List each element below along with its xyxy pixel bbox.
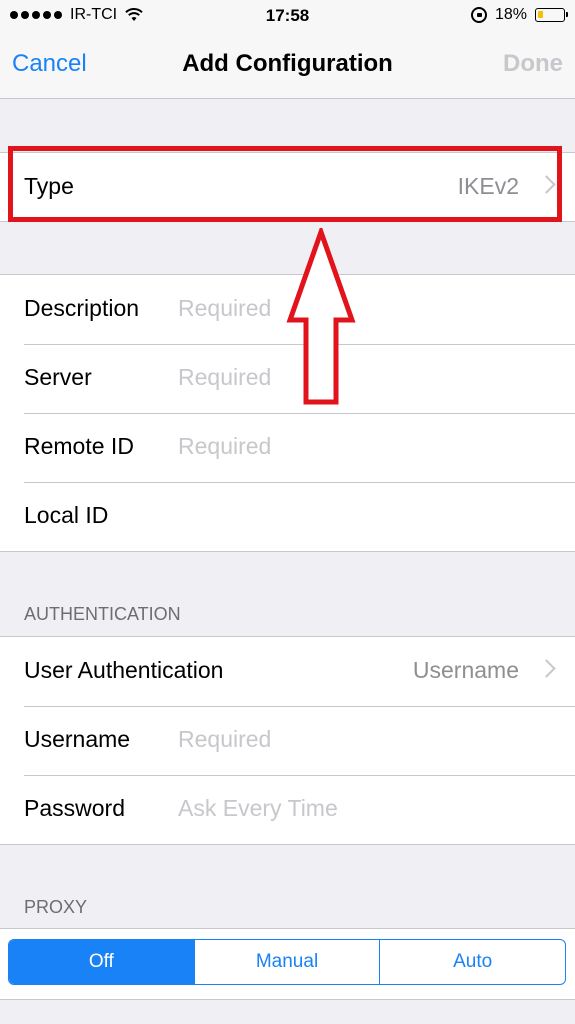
- battery-percent: 18%: [494, 6, 527, 23]
- password-label: Password: [24, 795, 125, 821]
- server-label: Server: [24, 364, 92, 390]
- authentication-header: AUTHENTICATION: [24, 604, 181, 624]
- battery-icon: [535, 8, 568, 22]
- authentication-group: User Authentication Username Username Re…: [0, 636, 575, 845]
- user-authentication-label: User Authentication: [24, 657, 224, 683]
- status-bar: IR-TCI 17:58 18%: [0, 0, 575, 34]
- description-field[interactable]: Required: [178, 295, 271, 322]
- remote-id-field[interactable]: Required: [178, 433, 271, 460]
- user-authentication-row[interactable]: User Authentication Username: [0, 637, 575, 706]
- remote-id-row[interactable]: Remote ID Required: [0, 413, 575, 482]
- proxy-option-off[interactable]: Off: [9, 940, 194, 984]
- username-row[interactable]: Username Required: [0, 706, 575, 775]
- status-right: 18%: [470, 6, 568, 24]
- username-label: Username: [24, 726, 131, 752]
- server-field[interactable]: Required: [178, 364, 271, 391]
- remote-id-label: Remote ID: [24, 433, 134, 459]
- rotation-lock-icon: [470, 7, 487, 23]
- description-label: Description: [24, 295, 140, 321]
- password-row[interactable]: Password Ask Every Time: [0, 775, 575, 844]
- proxy-option-auto[interactable]: Auto: [379, 940, 565, 984]
- username-field[interactable]: Required: [178, 726, 271, 753]
- proxy-option-manual[interactable]: Manual: [193, 940, 380, 984]
- password-field[interactable]: Ask Every Time: [178, 795, 338, 822]
- navigation-bar: Cancel Add Configuration Done: [0, 34, 575, 99]
- up-arrow-icon: [286, 228, 356, 405]
- local-id-label: Local ID: [24, 502, 109, 528]
- chevron-right-icon: [537, 659, 556, 678]
- local-id-row[interactable]: Local ID: [0, 482, 575, 551]
- highlight-box: [8, 146, 562, 222]
- user-authentication-value: Username: [412, 657, 519, 683]
- done-button[interactable]: Done: [503, 50, 563, 78]
- page-title: Add Configuration: [182, 50, 393, 77]
- proxy-header: PROXY: [24, 897, 88, 917]
- proxy-segmented-control[interactable]: Off Manual Auto: [8, 939, 566, 985]
